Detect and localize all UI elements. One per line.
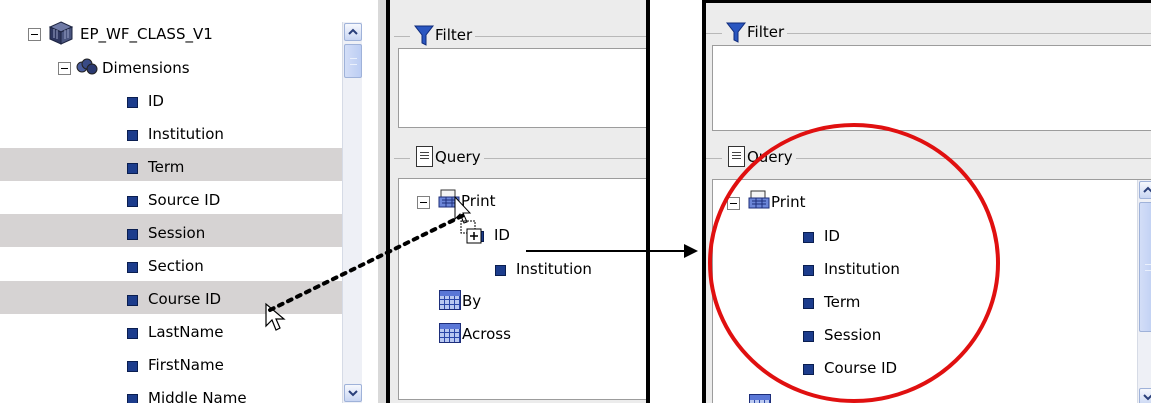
panel-splitter[interactable] bbox=[378, 0, 386, 403]
left-vertical-scrollbar[interactable] bbox=[342, 22, 362, 403]
chevron-down-icon bbox=[1143, 394, 1151, 401]
tree-item-source-id[interactable]: Source ID bbox=[148, 190, 220, 210]
print-item-id[interactable]: ID bbox=[494, 225, 510, 245]
grid-icon bbox=[749, 394, 771, 403]
cube-icon bbox=[48, 21, 74, 45]
print-item-institution[interactable]: Institution bbox=[516, 259, 592, 279]
tree-item-term[interactable]: Term bbox=[148, 157, 184, 177]
field-icon bbox=[127, 196, 138, 207]
chevron-up-icon bbox=[1143, 186, 1151, 193]
field-icon bbox=[127, 97, 138, 108]
query-design-panel-before: Filter Query Print ID Institution By Acr… bbox=[386, 0, 650, 403]
grid-icon bbox=[439, 323, 461, 343]
scroll-down-button[interactable] bbox=[344, 384, 362, 402]
scroll-thumb[interactable] bbox=[1139, 202, 1151, 332]
query-design-panel-after: Filter Query Print ID Institution Term S… bbox=[702, 0, 1151, 403]
field-icon bbox=[127, 130, 138, 141]
field-icon bbox=[127, 328, 138, 339]
grid-icon bbox=[439, 290, 461, 310]
print-item-term[interactable]: Term bbox=[824, 292, 860, 312]
print-item-institution[interactable]: Institution bbox=[824, 259, 900, 279]
funnel-icon bbox=[414, 25, 434, 46]
collapse-print-button[interactable] bbox=[727, 197, 740, 210]
scroll-down-button[interactable] bbox=[1139, 388, 1151, 403]
filter-box[interactable] bbox=[398, 48, 646, 128]
document-icon bbox=[416, 146, 433, 167]
chevron-down-icon bbox=[348, 390, 358, 397]
filter-title: Filter bbox=[747, 23, 785, 41]
field-icon bbox=[127, 229, 138, 240]
dimensions-label[interactable]: Dimensions bbox=[102, 58, 190, 78]
metadata-tree-panel[interactable]: EP_WF_CLASS_V1 Dimensions ID Institution… bbox=[0, 0, 378, 403]
right-vertical-scrollbar[interactable] bbox=[1137, 180, 1151, 403]
field-icon bbox=[127, 295, 138, 306]
field-icon bbox=[803, 232, 814, 243]
query-tree-box[interactable]: Print ID Institution By Across bbox=[398, 178, 646, 400]
tree-item-id[interactable]: ID bbox=[148, 91, 164, 111]
dimensions-icon bbox=[76, 58, 98, 75]
field-icon bbox=[803, 364, 814, 375]
scroll-thumb[interactable] bbox=[344, 44, 362, 78]
by-label[interactable]: By bbox=[462, 291, 481, 311]
print-item-id[interactable]: ID bbox=[824, 226, 840, 246]
scroll-up-button[interactable] bbox=[1139, 181, 1151, 199]
across-label[interactable]: Across bbox=[462, 324, 511, 344]
print-item-course-id[interactable]: Course ID bbox=[824, 358, 897, 378]
tree-item-section[interactable]: Section bbox=[148, 256, 204, 276]
tree-item-firstname[interactable]: FirstName bbox=[148, 355, 224, 375]
print-icon bbox=[748, 190, 770, 209]
query-title: Query bbox=[747, 148, 793, 166]
funnel-icon bbox=[726, 22, 746, 43]
field-icon bbox=[803, 331, 814, 342]
tree-item-middle-name[interactable]: Middle Name bbox=[148, 388, 247, 403]
field-icon bbox=[127, 262, 138, 273]
filter-box[interactable] bbox=[712, 45, 1151, 131]
collapse-print-button[interactable] bbox=[417, 196, 430, 209]
scroll-up-button[interactable] bbox=[344, 23, 362, 41]
field-icon bbox=[495, 265, 506, 276]
collapse-dimensions-button[interactable] bbox=[58, 62, 71, 75]
document-icon bbox=[728, 146, 745, 167]
field-icon bbox=[127, 163, 138, 174]
filter-title: Filter bbox=[435, 26, 473, 44]
chevron-up-icon bbox=[348, 28, 358, 35]
tree-item-course-id[interactable]: Course ID bbox=[148, 289, 221, 309]
tree-item-lastname[interactable]: LastName bbox=[148, 322, 224, 342]
field-icon bbox=[127, 394, 138, 403]
collapse-root-button[interactable] bbox=[28, 28, 41, 41]
tree-root-label[interactable]: EP_WF_CLASS_V1 bbox=[80, 24, 213, 44]
print-label[interactable]: Print bbox=[771, 192, 806, 212]
drag-cursor-icon bbox=[454, 195, 482, 244]
tree-item-institution[interactable]: Institution bbox=[148, 124, 224, 144]
field-icon bbox=[803, 265, 814, 276]
field-icon bbox=[127, 361, 138, 372]
field-icon bbox=[803, 298, 814, 309]
print-item-session[interactable]: Session bbox=[824, 325, 881, 345]
query-tree-box[interactable]: Print ID Institution Term Session Course… bbox=[712, 179, 1151, 403]
query-title: Query bbox=[435, 148, 481, 166]
tree-item-session[interactable]: Session bbox=[148, 223, 205, 243]
mouse-cursor-icon bbox=[265, 302, 286, 331]
